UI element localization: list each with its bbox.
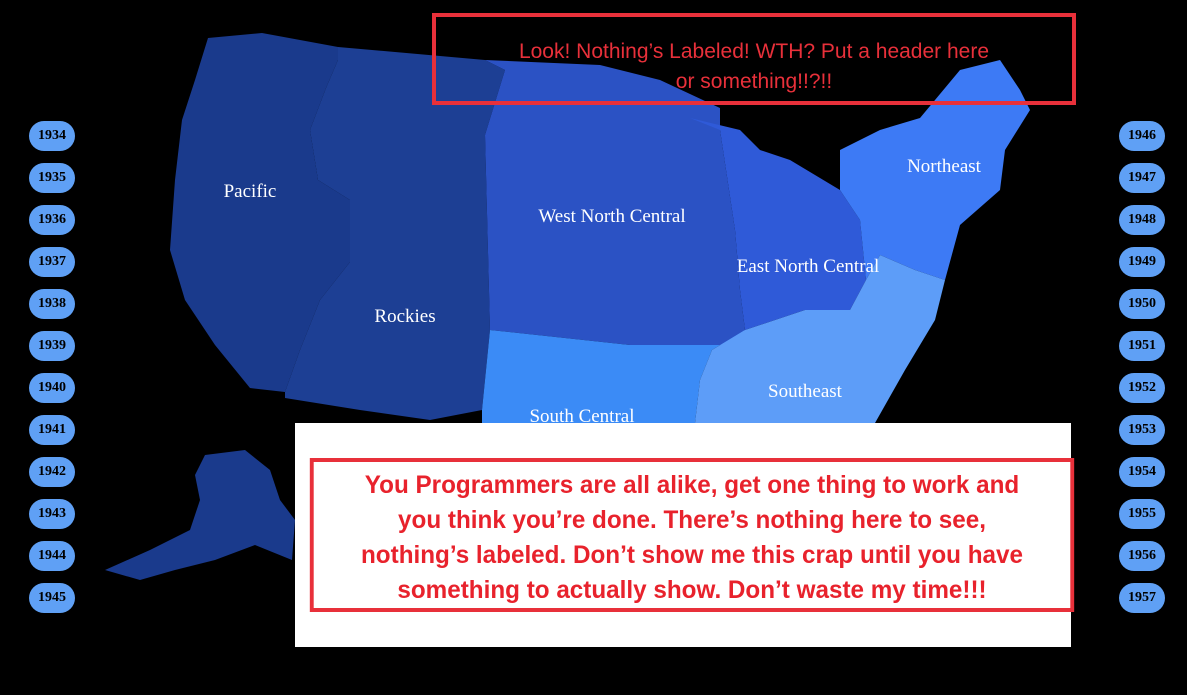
year-button-1941[interactable]: 1941 [29,415,75,445]
annotation-top-callout: Look! Nothing’s Labeled! WTH? Put a head… [432,13,1076,105]
year-button-1937[interactable]: 1937 [29,247,75,277]
region-label-east-north-central: East North Central [737,256,879,277]
year-button-1949[interactable]: 1949 [1119,247,1165,277]
region-label-west-north-central: West North Central [538,206,685,227]
region-label-rockies: Rockies [374,306,435,327]
year-button-1954[interactable]: 1954 [1119,457,1165,487]
year-button-1946[interactable]: 1946 [1119,121,1165,151]
year-button-1935[interactable]: 1935 [29,163,75,193]
year-button-1939[interactable]: 1939 [29,331,75,361]
year-button-1953[interactable]: 1953 [1119,415,1165,445]
year-button-1948[interactable]: 1948 [1119,205,1165,235]
annotation-bottom-callout: You Programmers are all alike, get one t… [309,458,1075,612]
annotation-top-text: Look! Nothing’s Labeled! WTH? Put a head… [518,40,990,93]
annotation-bottom-text: You Programmers are all alike, get one t… [360,471,1023,604]
year-button-1940[interactable]: 1940 [29,373,75,403]
region-label-pacific: Pacific [224,181,277,202]
year-button-1945[interactable]: 1945 [29,583,75,613]
year-button-1957[interactable]: 1957 [1119,583,1165,613]
year-button-1947[interactable]: 1947 [1119,163,1165,193]
year-button-1956[interactable]: 1956 [1119,541,1165,571]
year-button-1955[interactable]: 1955 [1119,499,1165,529]
year-button-1944[interactable]: 1944 [29,541,75,571]
year-button-1934[interactable]: 1934 [29,121,75,151]
region-label-southeast: Southeast [768,381,843,402]
year-button-1950[interactable]: 1950 [1119,289,1165,319]
region-label-northeast: Northeast [907,156,982,177]
year-button-1952[interactable]: 1952 [1119,373,1165,403]
year-button-1943[interactable]: 1943 [29,499,75,529]
year-button-1942[interactable]: 1942 [29,457,75,487]
region-alaska[interactable] [105,450,295,580]
year-button-1938[interactable]: 1938 [29,289,75,319]
year-button-1951[interactable]: 1951 [1119,331,1165,361]
year-button-1936[interactable]: 1936 [29,205,75,235]
